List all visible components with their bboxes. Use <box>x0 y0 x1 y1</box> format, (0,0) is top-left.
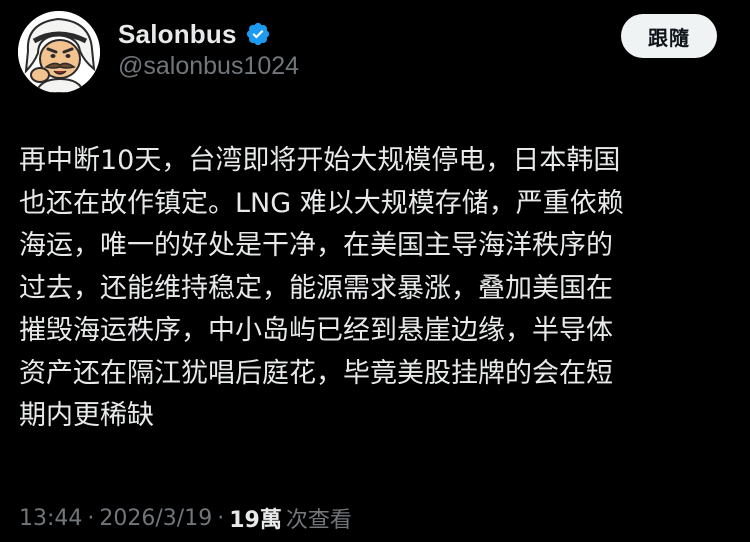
tweet-text: 再中断10天，台湾即将开始大规模停电，日本韩国 也还在故作镇定。LNG 难以大规… <box>19 140 729 438</box>
tweet-meta: 13:44 · 2026/3/19 · 19萬 次查看 <box>19 502 352 534</box>
follow-button[interactable]: 跟隨 <box>621 14 717 58</box>
tweet-text-line: 摧毁海运秩序，中小岛屿已经到悬崖边缘，半导体 <box>19 315 613 346</box>
display-name[interactable]: Salonbus <box>118 19 237 50</box>
meta-separator: · <box>217 505 225 531</box>
name-row: Salonbus <box>118 16 271 52</box>
avatar[interactable] <box>18 11 100 93</box>
tweet-text-line: 也还在故作镇定。LNG 难以大规模存储，严重依赖 <box>19 187 624 219</box>
tweet-card: Salonbus @salonbus1024 跟隨 再中断10天，台湾即将开始大… <box>0 0 750 542</box>
verified-badge-icon[interactable] <box>245 21 271 47</box>
tweet-text-line: 期内更稀缺 <box>19 400 154 431</box>
tweet-text-line: 资产还在隔江犹唱后庭花，毕竟美股挂牌的会在短 <box>19 357 613 389</box>
cartoon-character-avatar-icon <box>18 11 100 93</box>
views-label: 次查看 <box>285 508 352 533</box>
tweet-text-line: 再中断10天，台湾即将开始大规模停电，日本韩国 <box>19 145 621 176</box>
tweet-text-line: 海运，唯一的好处是干净，在美国主导海洋秩序的 <box>19 230 613 261</box>
user-handle[interactable]: @salonbus1024 <box>118 52 299 81</box>
tweet-date[interactable]: 2026/3/19 <box>99 506 212 531</box>
tweet-text-line: 过去，还能维持稳定，能源需求暴涨，叠加美国在 <box>19 272 613 304</box>
tweet-time[interactable]: 13:44 <box>19 506 82 531</box>
meta-separator: · <box>87 505 95 531</box>
views-count[interactable]: 19萬 <box>229 502 282 534</box>
